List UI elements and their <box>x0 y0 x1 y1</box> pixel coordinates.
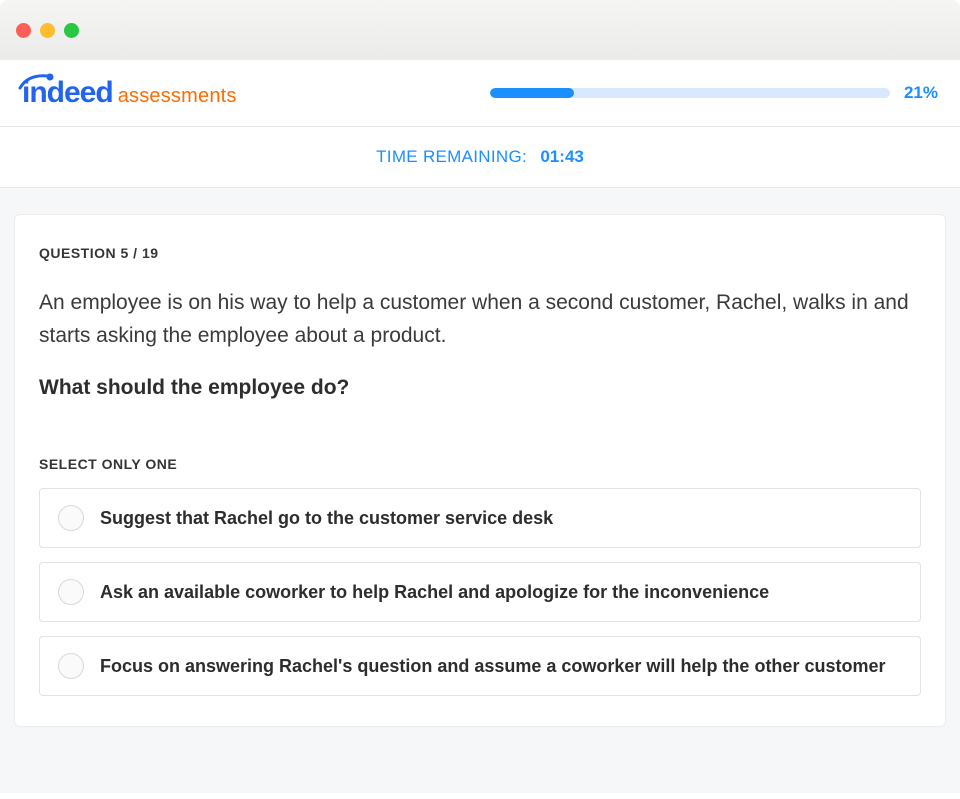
timer-bar: TIME REMAINING: 01:43 <box>0 127 960 188</box>
logo-swoosh-icon <box>18 72 64 90</box>
window-zoom-button[interactable] <box>64 23 79 38</box>
radio-icon <box>58 653 84 679</box>
timer-label: TIME REMAINING: <box>376 147 527 166</box>
question-prompt: What should the employee do? <box>39 376 921 400</box>
timer-value: 01:43 <box>540 147 583 166</box>
window-close-button[interactable] <box>16 23 31 38</box>
logo: indeed assessments <box>22 78 237 108</box>
progress-fill <box>490 88 574 98</box>
content-area: QUESTION 5 / 19 An employee is on his wa… <box>0 188 960 793</box>
option-1[interactable]: Ask an available coworker to help Rachel… <box>39 562 921 622</box>
progress: 21% <box>490 83 938 103</box>
logo-product-text: assessments <box>118 85 237 108</box>
question-counter: QUESTION 5 / 19 <box>39 245 921 261</box>
question-scenario: An employee is on his way to help a cust… <box>39 287 921 352</box>
logo-brand: indeed <box>22 78 113 108</box>
radio-icon <box>58 579 84 605</box>
option-text: Suggest that Rachel go to the customer s… <box>100 508 553 529</box>
window-titlebar <box>0 0 960 60</box>
question-card: QUESTION 5 / 19 An employee is on his wa… <box>14 214 946 727</box>
radio-icon <box>58 505 84 531</box>
option-text: Ask an available coworker to help Rachel… <box>100 582 769 603</box>
option-0[interactable]: Suggest that Rachel go to the customer s… <box>39 488 921 548</box>
header: indeed assessments 21% <box>0 60 960 127</box>
progress-bar <box>490 88 890 98</box>
option-text: Focus on answering Rachel's question and… <box>100 656 885 677</box>
window-minimize-button[interactable] <box>40 23 55 38</box>
progress-percent: 21% <box>904 83 938 103</box>
select-hint: SELECT ONLY ONE <box>39 456 921 472</box>
option-2[interactable]: Focus on answering Rachel's question and… <box>39 636 921 696</box>
